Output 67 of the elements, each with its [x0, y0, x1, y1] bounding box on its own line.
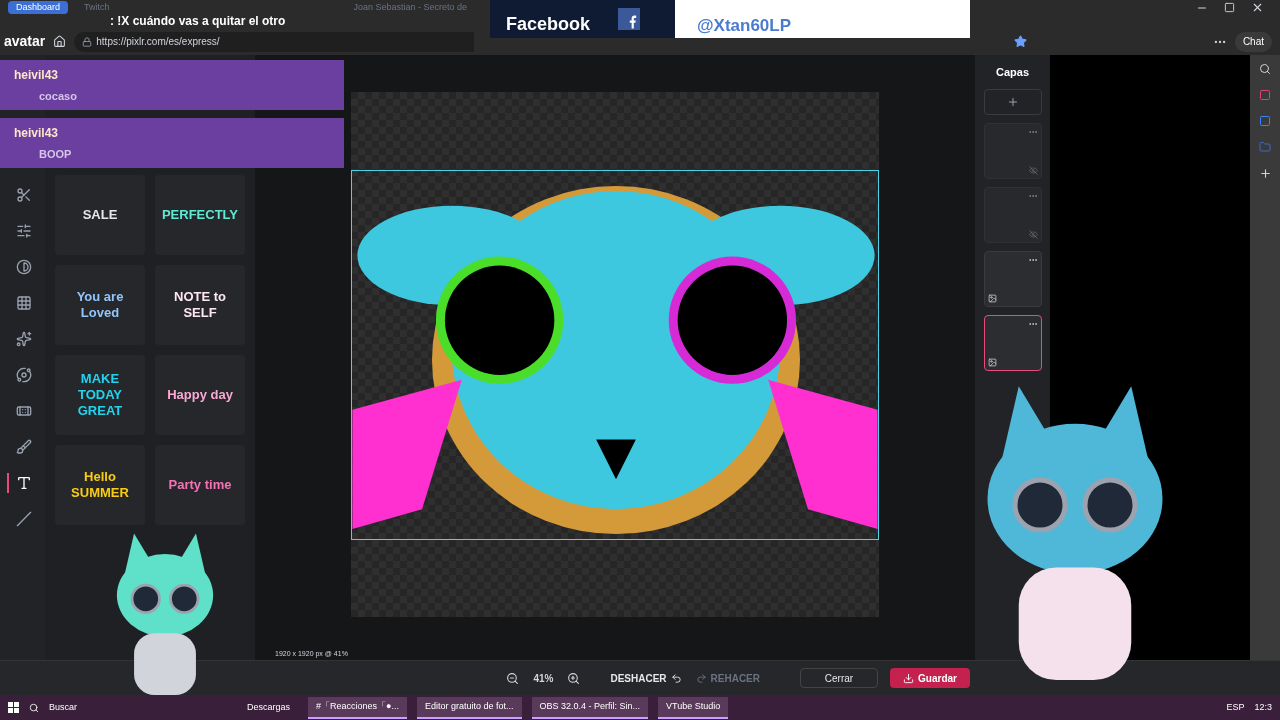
panel-title: Capas [996, 64, 1029, 80]
undo-button[interactable]: DESHACER [610, 670, 682, 686]
chat-button[interactable]: Chat [1234, 31, 1272, 52]
tool-icon [15, 475, 32, 491]
lock-icon [82, 36, 93, 47]
facebook-logo-icon [618, 8, 640, 30]
favorite-star-icon[interactable] [1013, 35, 1027, 48]
social-handle: @Xtan60LP [697, 14, 792, 37]
tool-icon [15, 331, 32, 347]
add-icon[interactable] [1258, 167, 1272, 180]
sticker-tile[interactable]: SALE [55, 175, 145, 255]
layer-thumbnail[interactable] [983, 315, 1042, 371]
chat-message: heivil43 BOOP [0, 118, 344, 168]
tool-icon [15, 223, 32, 239]
layer-thumbnail[interactable] [983, 123, 1042, 179]
hidden-eye-icon [1028, 166, 1038, 175]
app-icon[interactable] [1259, 115, 1271, 127]
search-icon [29, 702, 39, 713]
sticker-tile[interactable]: Hello SUMMER [55, 445, 145, 525]
search-icon[interactable] [1259, 63, 1271, 75]
image-icon [987, 294, 997, 303]
tool-icon [15, 439, 32, 455]
app-icon[interactable] [1259, 89, 1271, 101]
taskbar-app[interactable]: VTube Studio [658, 696, 729, 719]
clock[interactable]: 12:3 [1254, 700, 1272, 715]
plus-icon [1006, 96, 1019, 108]
tool-icon [15, 295, 32, 311]
redo-icon [695, 672, 707, 684]
home-icon[interactable] [53, 35, 67, 48]
undo-icon [670, 672, 682, 684]
chat-overlay-line: : !X cuándo vas a quitar el otro [110, 14, 286, 28]
close-button[interactable]: Cerrar [800, 668, 878, 688]
sticker-tile[interactable]: Happy day [155, 355, 245, 435]
taskbar-app[interactable]: OBS 32.0.4 - Perfil: Sin... [531, 696, 649, 719]
download-icon [903, 672, 915, 684]
overlay-text: avatar [4, 32, 46, 51]
tool-icon [15, 403, 32, 419]
sticker-tile[interactable]: You are Loved [55, 265, 145, 345]
address-bar[interactable]: https://pixlr.com/es/express/ [74, 31, 475, 52]
tool-icon [15, 259, 32, 275]
taskbar-app[interactable]: Editor gratuito de fot... [417, 696, 522, 719]
close-icon[interactable] [1251, 1, 1264, 14]
zoom-out-icon[interactable] [506, 671, 520, 685]
taskbar-app[interactable]: #「Reacciones「●... [308, 696, 407, 719]
layer-thumbnail[interactable] [983, 251, 1042, 307]
zoom-in-icon[interactable] [567, 671, 581, 685]
taskbar-search[interactable]: Buscar [49, 700, 229, 715]
taskbar-app[interactable]: Descargas [239, 696, 299, 719]
sticker-tile[interactable]: MAKE TODAY GREAT [55, 355, 145, 435]
sticker-tile[interactable]: PERFECTLY [155, 175, 245, 255]
hidden-eye-icon [1028, 230, 1038, 239]
cat-face-drawing[interactable] [351, 169, 879, 540]
zoom-level: 41% [533, 671, 554, 686]
sticker-tile[interactable]: Party time [155, 445, 245, 525]
layer-thumbnail[interactable] [983, 187, 1042, 243]
chat-message: heivil43 cocaso [0, 60, 344, 110]
sticker-tile[interactable]: NOTE to SELF [155, 265, 245, 345]
tool-icon [15, 367, 32, 383]
facebook-banner: Facebook @Xtan60LP [490, 0, 970, 38]
image-icon [987, 358, 997, 367]
tool-icon [15, 511, 32, 527]
maximize-icon[interactable] [1224, 2, 1235, 13]
save-button[interactable]: Guardar [890, 668, 970, 688]
input-language[interactable]: ESP [1226, 700, 1245, 715]
browser-tab[interactable]: Dashboard [8, 1, 69, 14]
tool-icon [15, 187, 32, 203]
windows-start-icon[interactable] [8, 702, 19, 713]
